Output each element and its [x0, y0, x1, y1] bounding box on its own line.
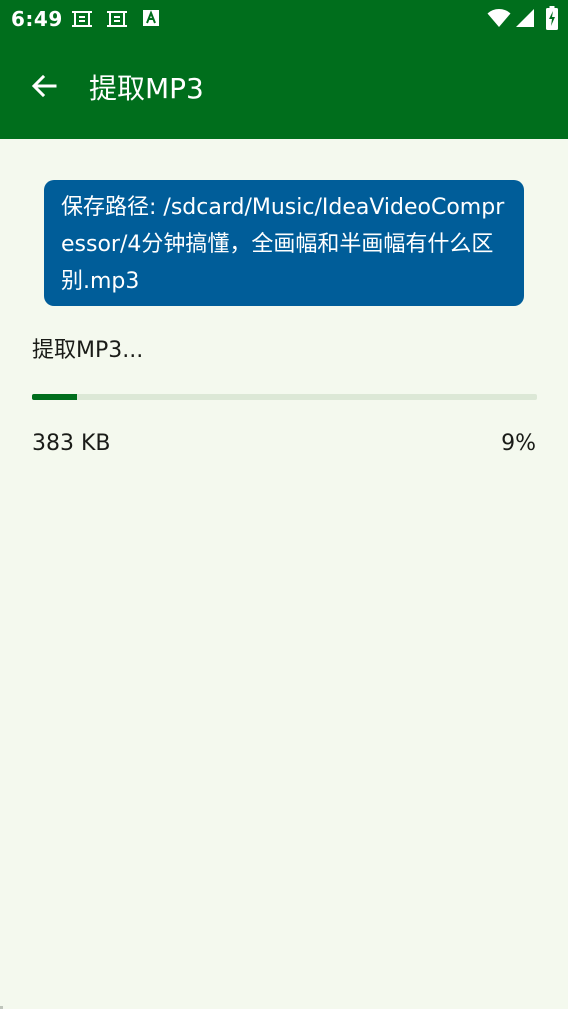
top-bar: 6:49 提取MP3 [0, 0, 568, 139]
progress-bar [32, 394, 537, 400]
signal-icon [515, 7, 535, 33]
status-bar: 6:49 [0, 0, 568, 38]
screen: 6:49 提取MP3 保存路径: /sdcard/Music/IdeaVideo… [0, 0, 568, 1009]
progress-label: 提取MP3... [32, 338, 144, 363]
page-title: 提取MP3 [89, 72, 204, 105]
app-bar: 提取MP3 [0, 38, 568, 139]
battery-charging-icon [546, 6, 558, 34]
save-path-text: 保存路径: /sdcard/Music/IdeaVideoCompressor/… [61, 195, 505, 294]
font-a-icon [141, 8, 161, 32]
arrow-back-icon [30, 72, 58, 104]
save-path-card: 保存路径: /sdcard/Music/IdeaVideoCompressor/… [44, 180, 524, 306]
screenshot-icon [106, 8, 128, 34]
wifi-icon [487, 7, 511, 33]
screenshot-icon [71, 8, 93, 34]
status-time: 6:49 [11, 7, 63, 31]
back-button[interactable] [22, 66, 66, 110]
progress-bar-fill [32, 394, 78, 400]
file-size-text: 383 KB [32, 431, 111, 456]
progress-percent-text: 9% [501, 431, 536, 456]
